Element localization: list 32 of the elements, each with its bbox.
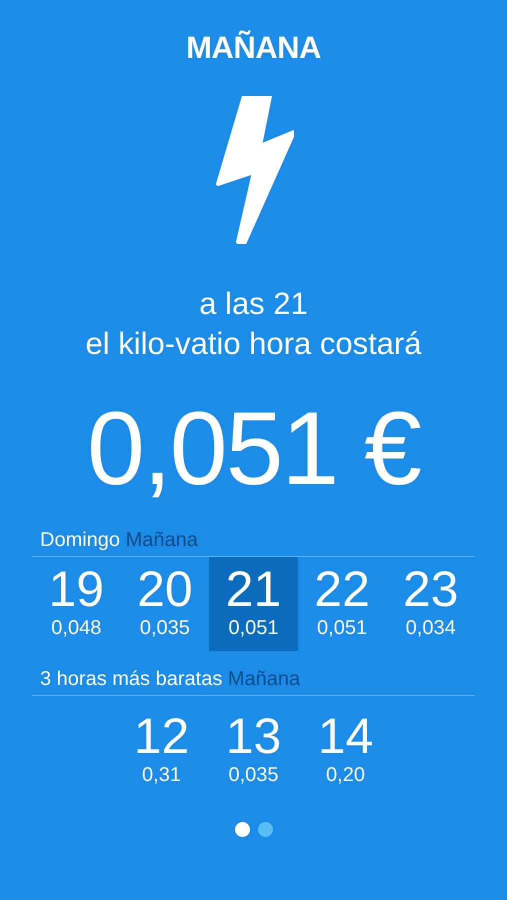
hour-price: 0,051 [316, 616, 368, 641]
lightning-bolt-icon [214, 96, 294, 244]
hour-number: 20 [136, 563, 194, 615]
hour-number: 12 [132, 710, 190, 762]
hour-number: 23 [402, 563, 460, 615]
hour-price: 0,034 [404, 616, 457, 641]
screen-title: MAÑANA [186, 30, 321, 66]
section-label: Domingo [40, 529, 120, 551]
section-label: 3 horas más baratas [40, 668, 222, 690]
hour-price: 0,035 [227, 763, 280, 788]
hour-price: 0,048 [50, 616, 102, 641]
price-value: 0,051 € [87, 394, 420, 504]
hour-price: 0,051 [227, 616, 280, 641]
day-tag: Mañana [126, 529, 198, 551]
hour-number: 22 [313, 563, 371, 615]
hour-cell[interactable]: 21 0,051 [209, 557, 298, 651]
page-dot[interactable] [258, 822, 272, 837]
headline-text: a las 21 [198, 285, 309, 323]
hour-price: 0,31 [141, 763, 182, 788]
hour-number: 19 [47, 563, 106, 615]
hour-number: 14 [316, 710, 374, 762]
hour-cell[interactable]: 19 0,048 [32, 557, 121, 651]
hour-cell[interactable]: 23 0,034 [386, 557, 475, 651]
hour-cell[interactable]: 22 0,051 [298, 557, 386, 651]
hour-number: 13 [224, 710, 282, 762]
page-dot[interactable] [234, 822, 250, 837]
headline-text: el kilo-vatio hora costará [86, 325, 422, 363]
hour-price: 0,035 [138, 616, 191, 641]
hour-price: 0,20 [325, 763, 366, 788]
day-tag: Mañana [228, 668, 300, 690]
hour-number: 21 [224, 563, 282, 615]
hour-cell[interactable]: 20 0,035 [120, 557, 210, 651]
